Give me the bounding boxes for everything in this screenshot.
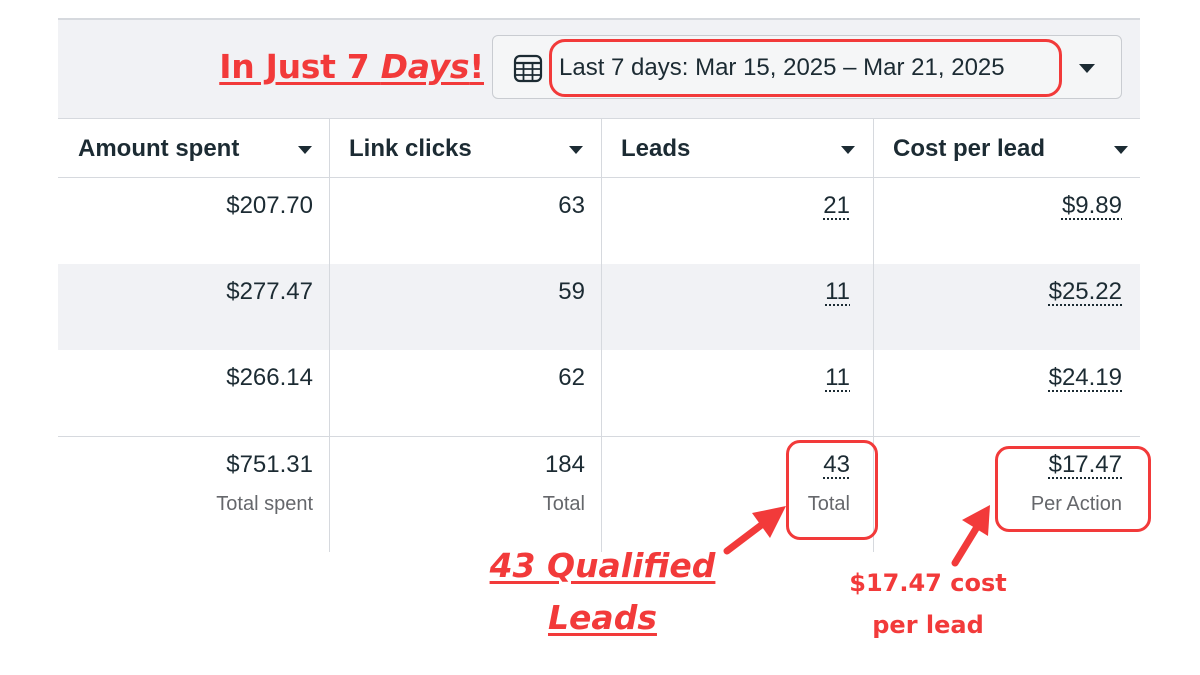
qualified-leads-annotation: 43 Qualified Leads — [470, 540, 735, 644]
arrow-icon — [752, 506, 786, 538]
arrow-icon — [951, 523, 981, 567]
annotation-line: $17.47 cost — [849, 569, 1007, 597]
annotation-line: per lead — [872, 611, 984, 639]
annotation-line: 43 Qualified — [489, 546, 716, 585]
cost-per-lead-annotation: $17.47 cost per lead — [833, 562, 1023, 646]
annotation-line: Leads — [548, 598, 657, 637]
